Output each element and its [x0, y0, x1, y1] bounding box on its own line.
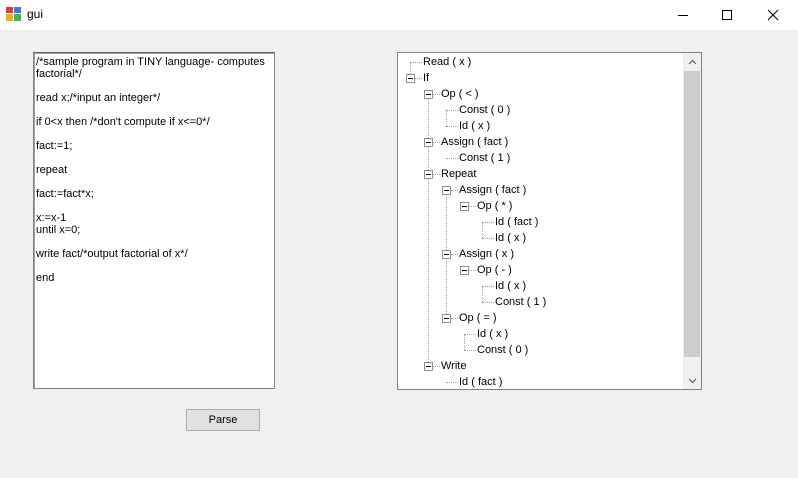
source-line: fact:=fact*x; — [36, 188, 94, 200]
tree-collapse-toggle[interactable] — [460, 266, 469, 275]
tree-node[interactable]: Const ( 0 ) — [477, 342, 528, 358]
close-icon — [767, 9, 779, 21]
tree-connector — [482, 286, 494, 287]
parse-button-label: Parse — [208, 414, 238, 426]
source-line: until x=0; — [36, 224, 81, 236]
tree-node[interactable]: Assign ( x ) — [459, 246, 514, 262]
chevron-down-icon — [688, 378, 696, 383]
chevron-up-icon — [688, 59, 696, 64]
tree-collapse-toggle[interactable] — [442, 186, 451, 195]
maximize-button[interactable] — [704, 0, 750, 30]
tree-collapse-toggle[interactable] — [424, 138, 433, 147]
tree-node[interactable]: Const ( 1 ) — [459, 150, 510, 166]
tree-connector — [482, 286, 483, 302]
source-line — [36, 236, 268, 248]
source-line: write fact/*output factorial of x*/ — [36, 248, 188, 260]
tree-node[interactable]: Op ( - ) — [477, 262, 512, 278]
tree-collapse-toggle[interactable] — [424, 170, 433, 179]
tree-connector — [446, 382, 458, 383]
title-bar: gui — [0, 0, 798, 30]
tree-node[interactable]: Id ( x ) — [459, 118, 490, 134]
tree-connector — [446, 110, 447, 126]
source-line: if 0<x then /*don't compute if x<=0*/ — [36, 116, 210, 128]
tree-collapse-toggle[interactable] — [424, 362, 433, 371]
tree-node[interactable]: Op ( = ) — [459, 310, 497, 326]
minimize-button[interactable] — [660, 0, 706, 30]
source-line: x:=x-1 — [36, 212, 67, 224]
source-line — [36, 104, 268, 116]
tree-connector — [464, 334, 476, 335]
tree-connector — [446, 110, 458, 111]
source-line: read x;/*input an integer*/ — [36, 92, 161, 104]
tree-connector — [410, 62, 422, 63]
tree-node[interactable]: Id ( fact ) — [495, 214, 538, 230]
source-line: fact:=1; — [36, 140, 73, 152]
tree-node[interactable]: Id ( fact ) — [459, 374, 502, 389]
source-line — [36, 200, 268, 212]
tree-collapse-toggle[interactable] — [424, 90, 433, 99]
tree-connector — [482, 222, 483, 238]
tree-connector — [428, 174, 429, 366]
scroll-thumb[interactable] — [684, 71, 700, 357]
tree-node[interactable]: Write — [441, 358, 466, 374]
tree-connector — [446, 158, 458, 159]
minimize-icon — [678, 15, 688, 16]
source-line — [36, 128, 268, 140]
tree-connector — [482, 238, 494, 239]
tree-connector — [482, 222, 494, 223]
scroll-up-button[interactable] — [683, 53, 701, 70]
source-line — [36, 176, 268, 188]
tree-connector — [446, 126, 458, 127]
tree-node[interactable]: Id ( x ) — [477, 326, 508, 342]
tree-connector — [464, 350, 476, 351]
close-button[interactable] — [750, 0, 796, 30]
source-line — [36, 152, 268, 164]
source-line: end — [36, 272, 55, 284]
syntax-tree-view[interactable]: Read ( x ) If Op ( < ) Const ( 0 ) Id ( x ) A… — [397, 52, 702, 390]
source-line — [36, 260, 268, 272]
tree-node[interactable]: Op ( < ) — [441, 86, 479, 102]
tree-node[interactable]: Read ( x ) — [423, 54, 471, 70]
source-code-textbox[interactable]: /*sample program in TINY language- compu… — [33, 52, 275, 389]
tree-node[interactable]: Id ( x ) — [495, 278, 526, 294]
tree-node[interactable]: Const ( 0 ) — [459, 102, 510, 118]
tree-node[interactable]: Assign ( fact ) — [441, 134, 508, 150]
app-icon — [6, 7, 21, 21]
tree-connector — [446, 254, 447, 318]
scroll-down-button[interactable] — [683, 372, 701, 389]
window-title: gui — [27, 7, 44, 21]
tree-node[interactable]: Const ( 1 ) — [495, 294, 546, 310]
tree-node[interactable]: Op ( * ) — [477, 198, 512, 214]
tree-connector — [482, 302, 494, 303]
tree-connector — [464, 334, 465, 350]
tree-node[interactable]: Id ( x ) — [495, 230, 526, 246]
tree-collapse-toggle[interactable] — [442, 314, 451, 323]
tree-node[interactable]: If — [423, 70, 429, 86]
source-line — [36, 80, 268, 92]
parse-button[interactable]: Parse — [186, 409, 260, 431]
tree-collapse-toggle[interactable] — [460, 202, 469, 211]
tree-node[interactable]: Assign ( fact ) — [459, 182, 526, 198]
tree-collapse-toggle[interactable] — [442, 250, 451, 259]
source-line: repeat — [36, 164, 68, 176]
source-line: /*sample program in TINY language- compu… — [36, 56, 268, 80]
source-code-text: /*sample program in TINY language- compu… — [36, 56, 268, 284]
maximize-icon — [722, 10, 732, 20]
tree-collapse-toggle[interactable] — [406, 74, 415, 83]
tree-node[interactable]: Repeat — [441, 166, 476, 182]
tree-scrollbar[interactable] — [683, 53, 701, 389]
